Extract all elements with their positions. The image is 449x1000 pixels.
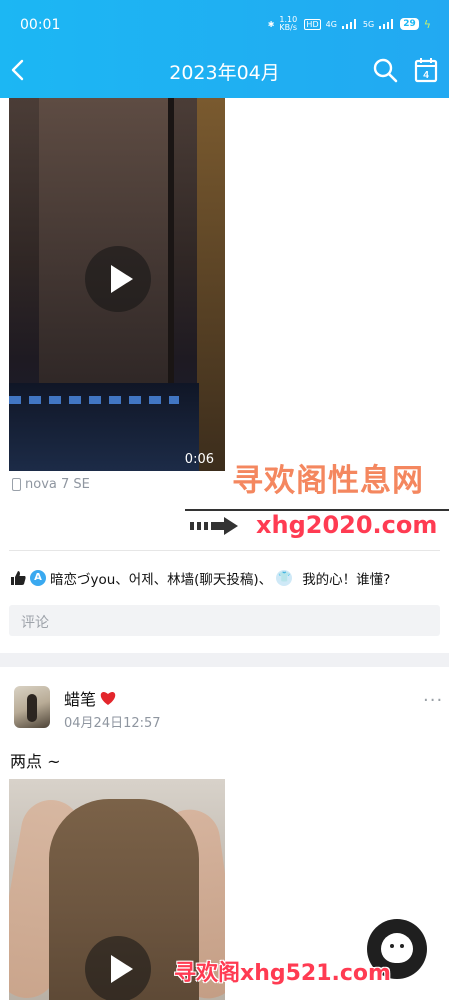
status-bar: 00:01 ✱ 1.10 KB/s HD 4G 5G 29 ϟ xyxy=(20,14,431,38)
post-author[interactable]: 蜡笔 xyxy=(64,686,117,710)
post-text: 两点 ~ xyxy=(10,752,61,771)
more-options-icon[interactable]: ··· xyxy=(423,690,443,711)
hd-badge: HD xyxy=(304,18,321,30)
bluetooth-icon: ✱ xyxy=(267,19,275,29)
battery-level: 29 xyxy=(400,18,419,30)
likes-names: 暗恋づyou、어제、林墙(聊天投稿)、 xyxy=(50,572,273,588)
phone-icon xyxy=(12,478,21,491)
play-button[interactable] xyxy=(85,246,151,312)
watermark-middle: xhg2020.com xyxy=(256,511,438,539)
shirt-icon: 👕 xyxy=(276,570,293,586)
thumbs-up-icon xyxy=(11,571,26,585)
net1-label: 4G xyxy=(325,19,337,29)
video-thumbnail-1[interactable]: 0:06 xyxy=(9,98,225,471)
user-badge-icon: A xyxy=(30,570,46,586)
section-separator xyxy=(0,653,449,667)
search-icon[interactable] xyxy=(372,57,398,83)
device-name: nova 7 SE xyxy=(25,477,90,492)
divider xyxy=(9,550,440,551)
charging-icon: ϟ xyxy=(423,17,431,31)
heart-icon xyxy=(100,692,116,705)
video-scene xyxy=(39,98,174,388)
video-scene-frame xyxy=(197,98,225,471)
signal1-icon xyxy=(341,19,358,29)
likes-tail: 我的心！谁懂? xyxy=(302,572,391,588)
post-date: 04月24日12:57 xyxy=(64,716,161,731)
calendar-day: 4 xyxy=(423,70,429,81)
avatar[interactable] xyxy=(14,686,50,728)
nav-bar: 2023年04月 4 xyxy=(0,52,449,88)
watermark-arrow-icon xyxy=(190,517,238,535)
status-icons: ✱ 1.10 KB/s HD 4G 5G 29 ϟ xyxy=(268,16,431,32)
device-label: nova 7 SE xyxy=(12,477,90,492)
likes-row[interactable]: A 暗恋づyou、어제、林墙(聊天投稿)、 👕 我的心！谁懂? xyxy=(11,568,441,588)
calendar-icon[interactable]: 4 xyxy=(414,57,438,83)
watermark-bottom: 寻欢阁xhg521.com xyxy=(174,961,391,986)
video-duration: 0:06 xyxy=(184,452,214,467)
top-bar: 00:01 ✱ 1.10 KB/s HD 4G 5G 29 ϟ 2023年04月… xyxy=(0,0,449,98)
net-speed: 1.10 KB/s xyxy=(279,15,298,32)
comment-input[interactable]: 评论 xyxy=(9,605,440,636)
signal2-icon xyxy=(379,19,395,29)
watermark-top: 寻欢阁性息网 xyxy=(232,463,424,499)
play-button-2[interactable] xyxy=(85,936,151,1000)
net2-label: 5G xyxy=(362,19,375,29)
status-time: 00:01 xyxy=(20,17,61,33)
username: 蜡笔 xyxy=(64,690,97,709)
video-scene-lights xyxy=(9,396,179,404)
